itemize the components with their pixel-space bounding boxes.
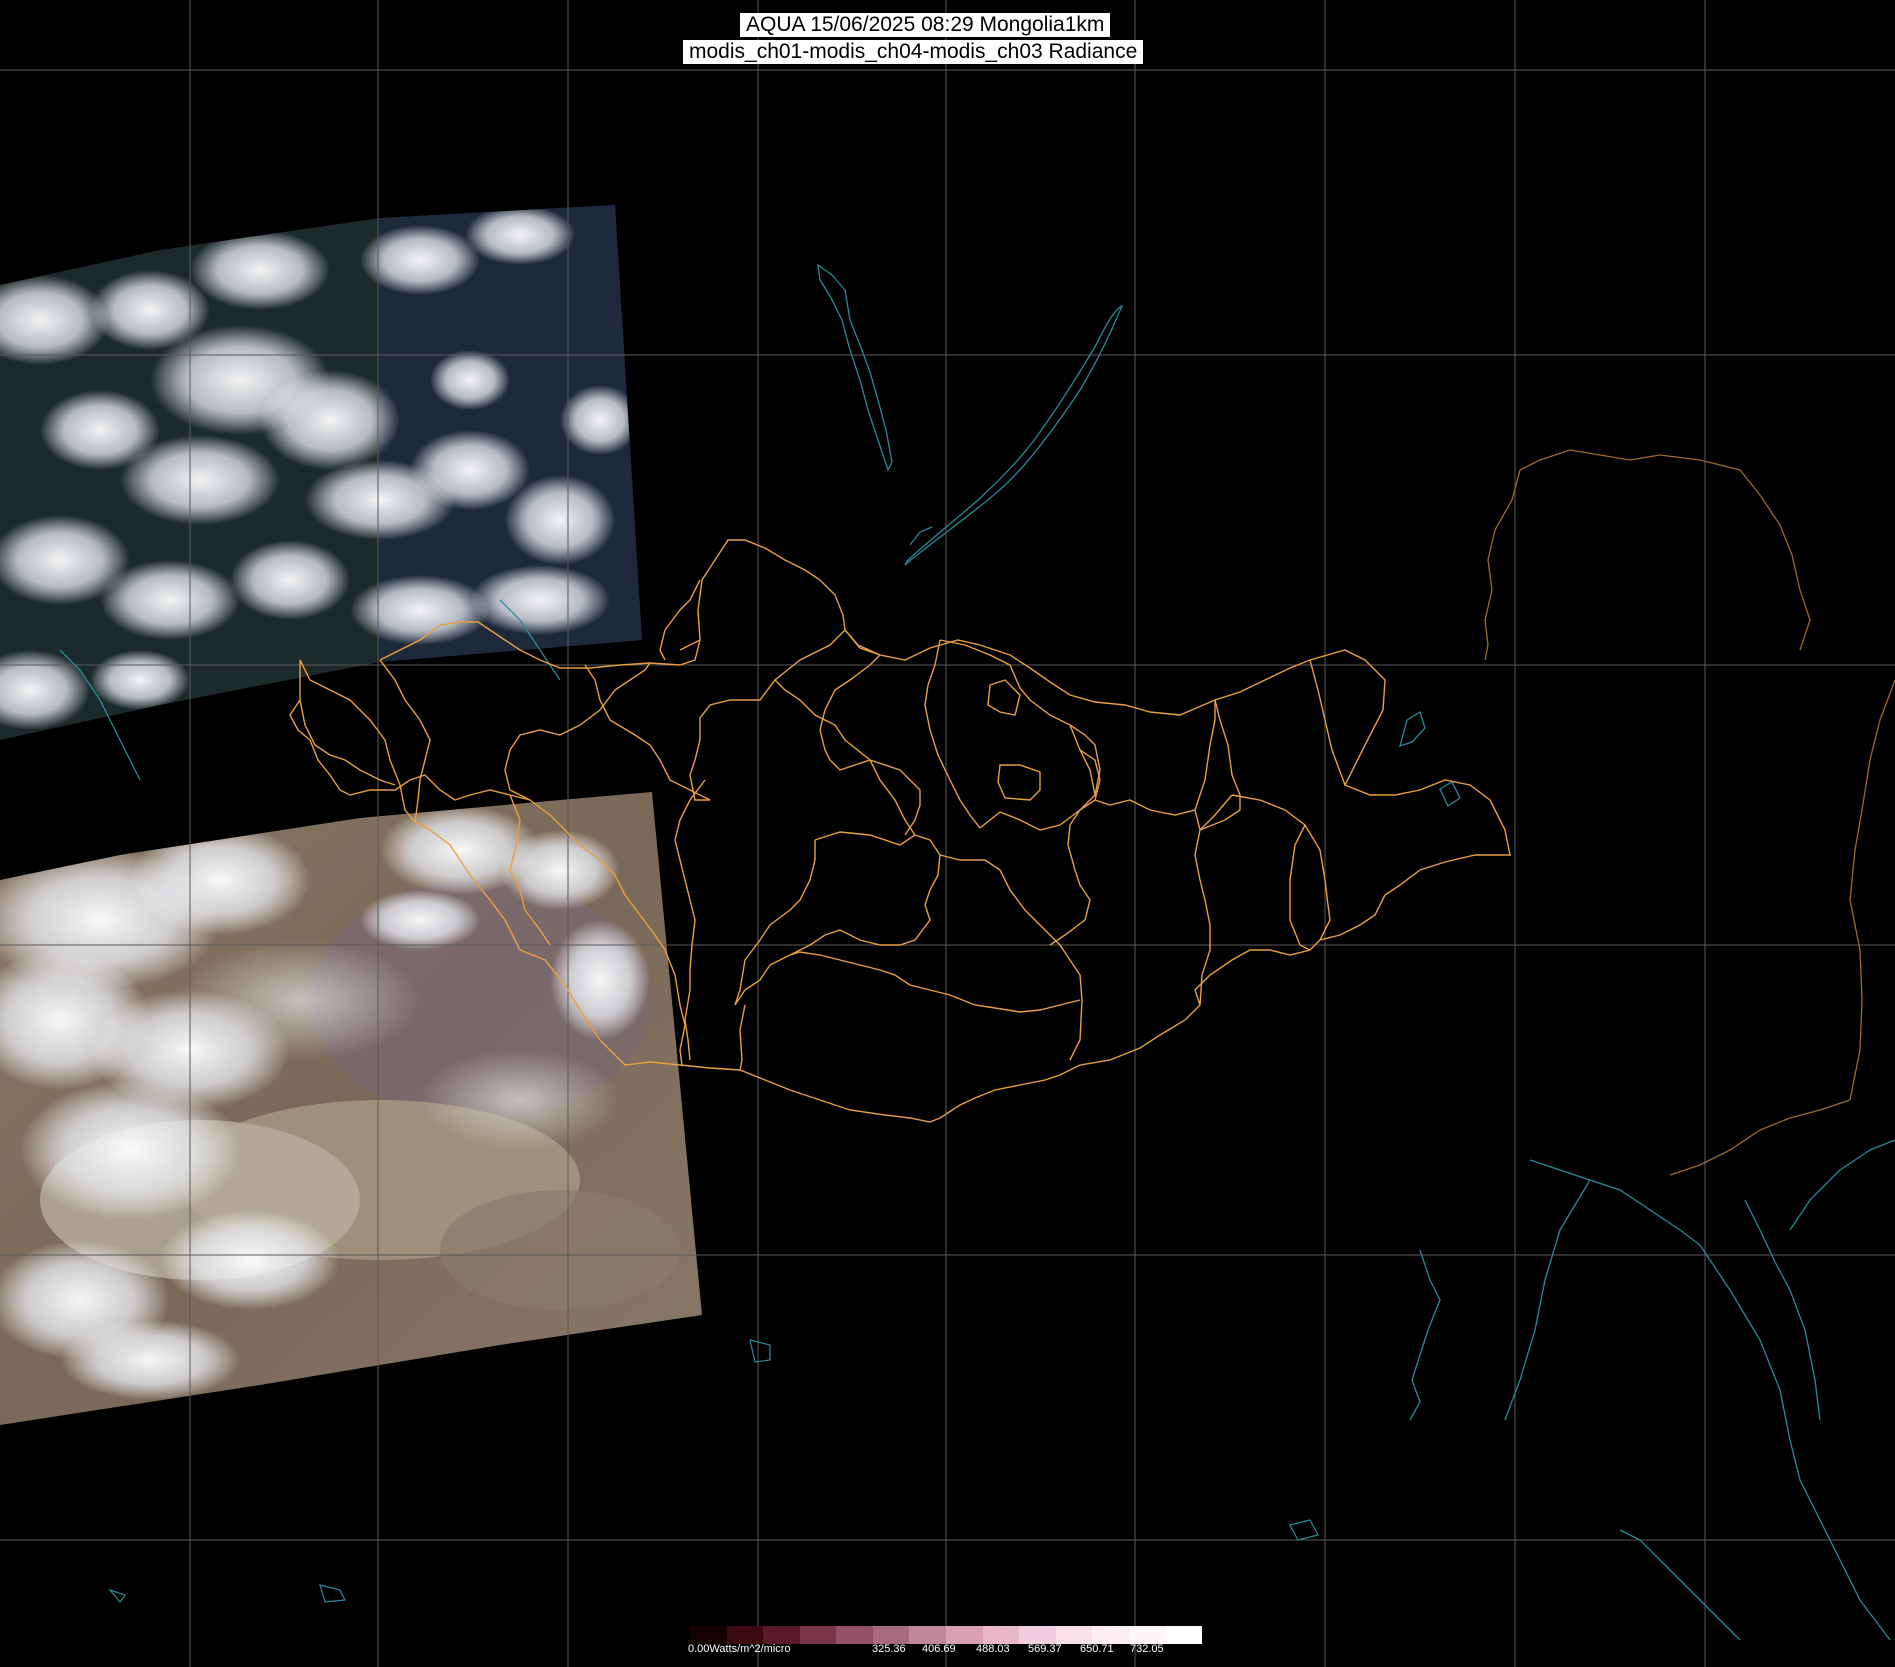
colorbar-swatch (1128, 1626, 1166, 1644)
map-viewer: AQUA 15/06/2025 08:29 Mongolia1km modis_… (0, 0, 1895, 1667)
colorbar-unit-label: 0.00Watts/m^2/micro (688, 1643, 791, 1655)
colorbar-swatch (1055, 1626, 1093, 1644)
national-borders (1484, 449, 1895, 1176)
colorbar-swatch (1019, 1626, 1056, 1644)
colorbar-tick-label: 650.71 (1080, 1643, 1114, 1655)
colorbar-swatch (799, 1626, 837, 1644)
colorbar-tick-label: 325.36 (872, 1643, 906, 1655)
colorbar-swatch (909, 1626, 947, 1644)
swath-south (0, 792, 702, 1425)
colorbar-swatch (946, 1626, 983, 1644)
colorbar-legend: 0.00Watts/m^2/micro 325.36 406.69 488.03… (688, 1626, 1203, 1655)
map-title: AQUA 15/06/2025 08:29 Mongolia1km (740, 13, 1111, 37)
map-subtitle: modis_ch01-modis_ch04-modis_ch03 Radianc… (683, 40, 1144, 64)
swath-north (0, 205, 642, 740)
colorbar-tick-label: 732.05 (1130, 1643, 1164, 1655)
colorbar-swatch (726, 1626, 764, 1644)
colorbar-tick-label: 569.37 (1028, 1643, 1062, 1655)
colorbar-tick-label: 488.03 (976, 1643, 1010, 1655)
satellite-map (0, 0, 1895, 1667)
colorbar-swatch (836, 1626, 873, 1644)
colorbar-swatch (690, 1626, 727, 1644)
colorbar-swatch (982, 1626, 1020, 1644)
colorbar-tick-label: 406.69 (922, 1643, 956, 1655)
colorbar-swatch (763, 1626, 800, 1644)
colorbar-swatch (872, 1626, 910, 1644)
colorbar-swatch (1092, 1626, 1129, 1644)
colorbar-gradient (690, 1626, 1203, 1644)
colorbar-swatch (1165, 1626, 1203, 1644)
